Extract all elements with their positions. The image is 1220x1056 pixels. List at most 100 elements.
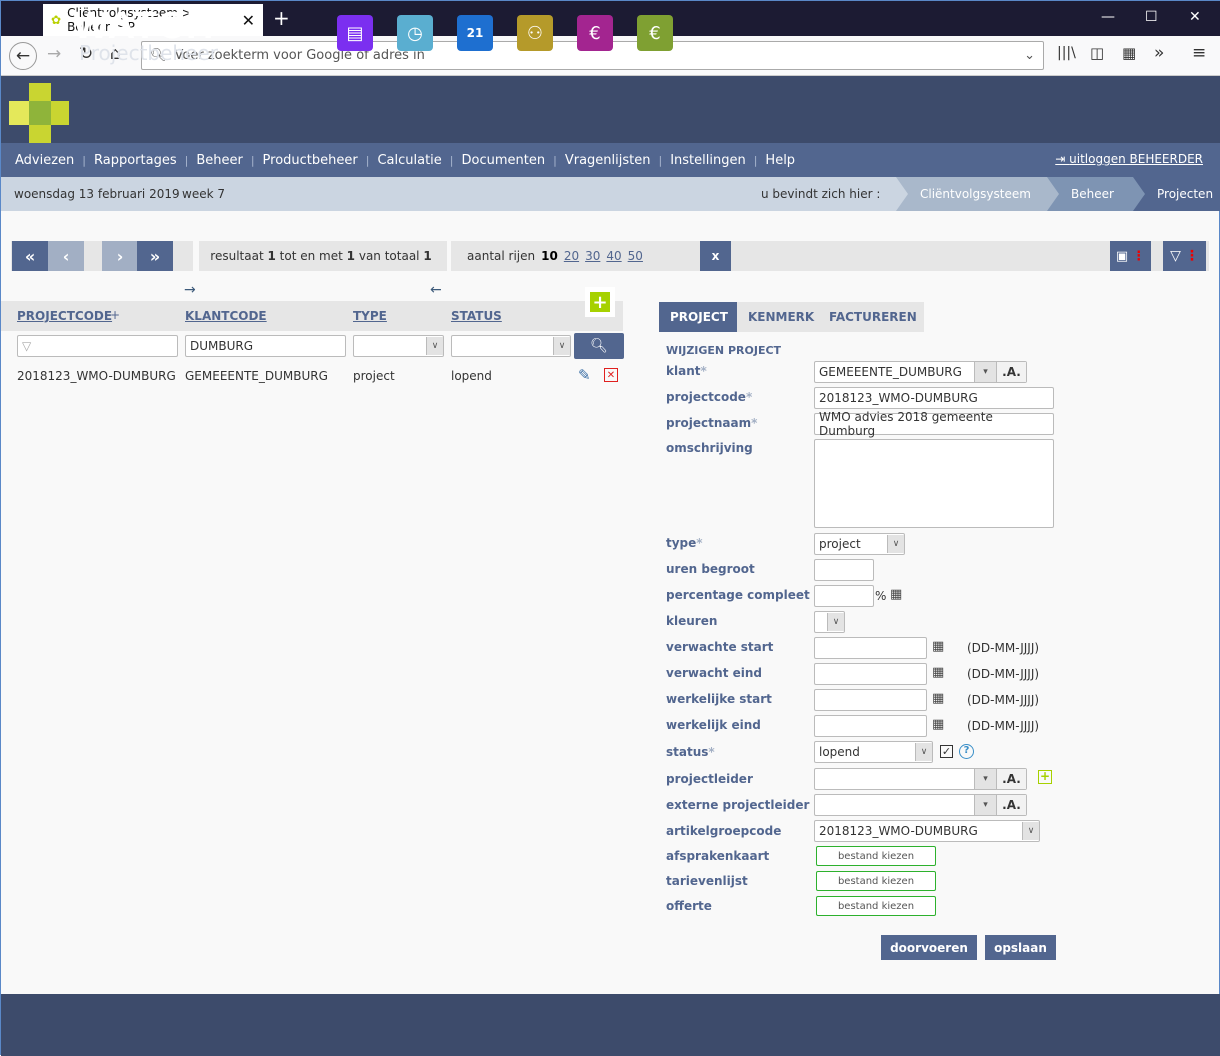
label-afsprakenkaart: afsprakenkaart: [666, 849, 770, 863]
klant-select[interactable]: GEMEEENTE_DUMBURG ▾ .A.: [814, 361, 1027, 383]
projectnaam-input[interactable]: WMO advies 2018 gemeente Dumburg: [814, 410, 1054, 438]
close-window-icon[interactable]: ✕: [1189, 9, 1201, 25]
last-page-button[interactable]: »: [137, 241, 173, 271]
library-icon[interactable]: |||\: [1057, 45, 1076, 61]
label-verwacht-eind: verwacht eind: [666, 666, 763, 680]
externe-projectleider-a-button[interactable]: .A.: [996, 795, 1026, 815]
prev-page-button[interactable]: ‹: [48, 241, 84, 271]
edit-icon[interactable]: ✎: [578, 366, 591, 384]
qr-icon[interactable]: ▦: [1122, 44, 1136, 62]
projectleider-a-button[interactable]: .A.: [996, 769, 1026, 789]
column-type[interactable]: TYPE: [353, 309, 387, 323]
help-icon[interactable]: ?: [959, 744, 974, 759]
menu-vragenlijsten[interactable]: Vragenlijsten: [565, 153, 651, 168]
column-projectcode[interactable]: PROJECTCODE: [17, 309, 112, 323]
calendar-icon[interactable]: ▦: [932, 665, 944, 680]
externe-projectleider-select[interactable]: ▾ .A.: [814, 794, 1027, 816]
filter-button[interactable]: ▽ ⋮: [1163, 241, 1206, 271]
invoice-euro-icon[interactable]: €: [577, 15, 613, 51]
current-week: week 7: [182, 187, 225, 201]
first-page-button[interactable]: «: [12, 241, 48, 271]
people-icon[interactable]: ⚇: [517, 15, 553, 51]
clock-icon[interactable]: ◷: [397, 15, 433, 51]
breadcrumb-beheer[interactable]: Beheer: [1047, 177, 1147, 211]
date-format-hint: (DD-MM-JJJJ): [967, 667, 1040, 681]
chevron-down-icon[interactable]: ⌄: [1024, 48, 1035, 63]
minimize-icon[interactable]: —: [1101, 9, 1115, 25]
rows-50[interactable]: 50: [628, 249, 643, 263]
menu-adviezen[interactable]: Adviezen: [15, 153, 74, 168]
search-button[interactable]: 🔍︎: [574, 333, 624, 359]
offerte-file-button[interactable]: bestand kiezen: [816, 896, 936, 916]
column-dropdown-button[interactable]: ▣ ⋮: [1110, 241, 1151, 271]
afsprakenkaart-file-button[interactable]: bestand kiezen: [816, 846, 936, 866]
documents-icon[interactable]: ▤: [337, 15, 373, 51]
forward-icon[interactable]: →: [47, 44, 61, 64]
maximize-icon[interactable]: ☐: [1145, 9, 1158, 25]
breadcrumb-projecten[interactable]: Projecten: [1133, 177, 1220, 211]
status-checkbox[interactable]: ✓: [940, 745, 953, 758]
logout-link[interactable]: ⇥ uitloggen BEHEERDER: [1055, 152, 1203, 166]
filter-status-select[interactable]: ∨: [451, 335, 571, 357]
arrow-left-icon[interactable]: ←: [430, 282, 442, 298]
filter-projectcode-input[interactable]: ▽: [17, 335, 178, 357]
type-select[interactable]: project ∨: [814, 533, 905, 555]
projectcode-input[interactable]: 2018123_WMO-DUMBURG: [814, 387, 1054, 409]
verwachte-start-input[interactable]: [814, 637, 927, 659]
doorvoeren-button[interactable]: doorvoeren: [881, 935, 977, 960]
filter-klantcode-input[interactable]: DUMBURG: [185, 335, 346, 357]
menu-calculatie[interactable]: Calculatie: [377, 153, 441, 168]
klant-a-button[interactable]: .A.: [996, 362, 1026, 382]
calendar-icon[interactable]: ▦: [932, 691, 944, 706]
next-page-button[interactable]: ›: [102, 241, 138, 271]
omschrijving-textarea[interactable]: [814, 439, 1054, 528]
tab-project[interactable]: PROJECT: [659, 302, 739, 332]
rows-20[interactable]: 20: [564, 249, 579, 263]
excel-export-icon[interactable]: x: [700, 241, 731, 271]
new-tab-button[interactable]: +: [273, 6, 290, 30]
menu-help[interactable]: Help: [765, 153, 795, 168]
menu-rapportages[interactable]: Rapportages: [94, 153, 177, 168]
rows-40[interactable]: 40: [606, 249, 621, 263]
tab-kenmerk[interactable]: KENMERK: [737, 302, 827, 332]
arrow-right-icon[interactable]: →: [184, 282, 196, 298]
close-tab-icon[interactable]: ✕: [242, 11, 255, 30]
percentage-input[interactable]: [814, 585, 874, 607]
breadcrumb-clientvolgsysteem[interactable]: Cliëntvolgsysteem: [896, 177, 1061, 211]
status-select[interactable]: lopend ∨: [814, 741, 933, 763]
calendar-icon[interactable]: 21: [457, 15, 493, 51]
werkelijke-start-input[interactable]: [814, 689, 927, 711]
column-status[interactable]: STATUS: [451, 309, 502, 323]
uren-begroot-input[interactable]: [814, 559, 874, 581]
tab-factureren[interactable]: FACTUREREN: [818, 302, 924, 332]
opslaan-button[interactable]: opslaan: [985, 935, 1056, 960]
artikelgroepcode-select[interactable]: 2018123_WMO-DUMBURG ∨: [814, 820, 1040, 842]
menu-instellingen[interactable]: Instellingen: [670, 153, 746, 168]
menu-productbeheer[interactable]: Productbeheer: [263, 153, 358, 168]
hamburger-menu-icon[interactable]: ≡: [1192, 43, 1206, 63]
overflow-icon[interactable]: »: [1154, 43, 1164, 63]
menu-documenten[interactable]: Documenten: [462, 153, 546, 168]
back-icon[interactable]: ←: [9, 42, 37, 70]
tarievenlijst-file-button[interactable]: bestand kiezen: [816, 871, 936, 891]
delete-icon[interactable]: ✕: [604, 368, 618, 382]
sidebar-icon[interactable]: ◫: [1090, 44, 1104, 62]
cell-projectcode[interactable]: 2018123_WMO-DUMBURG: [17, 369, 176, 383]
add-project-button[interactable]: +: [585, 287, 615, 317]
column-klantcode[interactable]: KLANTCODE: [185, 309, 267, 323]
calculator-icon[interactable]: ▦: [890, 587, 902, 602]
verwacht-eind-input[interactable]: [814, 663, 927, 685]
caret-down-icon: ▾: [974, 362, 996, 382]
calendar-icon[interactable]: ▦: [932, 639, 944, 654]
rows-30[interactable]: 30: [585, 249, 600, 263]
cell-klantcode: GEMEEENTE_DUMBURG: [185, 369, 328, 383]
add-projectleider-icon[interactable]: +: [1038, 770, 1052, 784]
kleuren-select[interactable]: ∨: [814, 611, 845, 633]
menu-beheer[interactable]: Beheer: [196, 153, 243, 168]
calculator-euro-icon[interactable]: €: [637, 15, 673, 51]
calendar-icon[interactable]: ▦: [932, 717, 944, 732]
projectleider-select[interactable]: ▾ .A.: [814, 768, 1027, 790]
filter-type-select[interactable]: ∨: [353, 335, 444, 357]
werkelijk-eind-input[interactable]: [814, 715, 927, 737]
label-kleuren: kleuren: [666, 614, 718, 628]
